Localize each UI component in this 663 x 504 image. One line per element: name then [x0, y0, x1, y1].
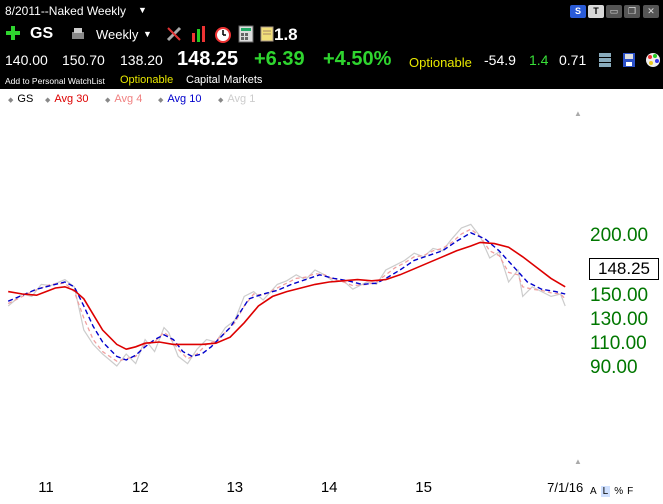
add-symbol-icon[interactable]	[5, 25, 21, 41]
control-a[interactable]: A	[590, 486, 597, 497]
control-f[interactable]: F	[627, 486, 633, 497]
legend-gs[interactable]: ◆ GS	[8, 93, 33, 105]
calculator-icon[interactable]	[238, 25, 254, 43]
legend-caret-icon: ◆	[45, 97, 51, 104]
period-dropdown-icon[interactable]: ▼	[143, 29, 152, 39]
title-bar: 8/2011--Naked Weekly ▼ S T ▭ ❐ ✕	[0, 0, 663, 22]
toolbar: GS Weekly ▼ 1.8	[0, 22, 663, 46]
optionable-tag: Optionable	[120, 74, 174, 86]
y-tick-label: 130.00	[590, 309, 648, 330]
close-icon[interactable]: ✕	[643, 5, 659, 18]
x-tick-label: 15	[415, 479, 432, 496]
control-pct[interactable]: %	[614, 486, 623, 497]
legend-avg4-label: Avg 4	[114, 93, 143, 105]
symbol-label[interactable]: GS	[30, 25, 53, 43]
scroll-up-icon[interactable]: ▲	[574, 109, 582, 118]
optionable-label: Optionable	[409, 55, 472, 70]
series-line-avg1	[7, 223, 566, 367]
quote-pct-change: +4.50%	[323, 48, 392, 70]
legend-caret-icon: ◆	[158, 97, 164, 104]
period-selector[interactable]: Weekly	[96, 27, 138, 42]
quote-val3: 0.71	[559, 52, 587, 68]
control-l[interactable]: L	[600, 486, 611, 497]
scroll-down-icon[interactable]: ▲	[574, 457, 582, 466]
minimize-icon[interactable]: ▭	[606, 5, 622, 18]
x-tick-label: 11	[38, 479, 54, 496]
print-icon[interactable]	[70, 27, 86, 41]
legend-avg30[interactable]: ◆ Avg 30	[45, 93, 88, 105]
quote-val2: 1.4	[529, 52, 549, 68]
x-tick-label: 13	[226, 479, 243, 496]
price-chart[interactable]: 200.00 150.00 130.00 110.00 90.00 11 12 13 14 15…	[0, 109, 663, 504]
database-icon[interactable]	[598, 52, 612, 68]
legend-avg4[interactable]: ◆ Avg 4	[105, 93, 142, 105]
title-dropdown-icon[interactable]: ▼	[138, 5, 147, 15]
legend-avg1[interactable]: ◆ Avg 1	[218, 93, 255, 105]
series-line-avg10	[7, 232, 566, 361]
quote-change: +6.39	[254, 48, 305, 70]
y-tick-label: 90.00	[590, 357, 638, 378]
color-palette-icon[interactable]	[645, 51, 661, 69]
s-icon[interactable]: S	[570, 5, 586, 18]
watchlist-row: Add to Personal WatchList Optionable Cap…	[0, 74, 663, 89]
legend-avg10-label: Avg 10	[167, 93, 202, 105]
quote-low: 138.20	[120, 52, 163, 68]
chart-controls: A L% F	[590, 486, 637, 497]
x-tick-label: 14	[321, 479, 338, 496]
x-tick-label: 12	[132, 479, 149, 496]
quote-open: 140.00	[5, 52, 48, 68]
legend-caret-icon: ◆	[105, 97, 111, 104]
quote-last: 148.25	[177, 48, 239, 70]
legend-caret-icon: ◆	[218, 97, 224, 104]
window-title: 8/2011--Naked Weekly	[5, 4, 126, 18]
legend-gs-label: GS	[17, 93, 34, 105]
alarm-clock-icon[interactable]	[214, 25, 232, 43]
y-tick-label: 150.00	[590, 285, 648, 306]
legend-row: ◆ GS ◆ Avg 30 ◆ Avg 4 ◆ Avg 10 ◆ Avg 1	[0, 89, 663, 109]
tools-icon[interactable]	[165, 25, 183, 43]
text-menu-icon[interactable]: T	[588, 5, 604, 18]
x-tick-label: 7/1/16	[547, 480, 583, 495]
quote-val1: -54.9	[484, 52, 516, 68]
bar-chart-icon[interactable]	[190, 25, 208, 43]
add-to-watchlist-link[interactable]: Add to Personal WatchList	[5, 76, 105, 86]
legend-avg1-label: Avg 1	[227, 93, 256, 105]
quote-high: 150.70	[62, 52, 105, 68]
sector-label: Capital Markets	[186, 74, 263, 86]
y-tick-label: 110.00	[590, 333, 647, 354]
current-price-box: 148.25	[589, 258, 659, 280]
legend-caret-icon: ◆	[8, 97, 14, 104]
y-tick-label: 200.00	[590, 225, 648, 246]
quote-row: 140.00 150.70 138.20 148.25 +6.39 +4.50%…	[0, 46, 663, 74]
save-icon[interactable]	[622, 52, 636, 68]
rs-value: 1.8	[274, 25, 298, 44]
notes-icon[interactable]	[260, 26, 274, 42]
chart-canvas[interactable]: 200.00 150.00 130.00 110.00 90.00 11 12 13 14 15…	[0, 109, 663, 504]
legend-avg10[interactable]: ◆ Avg 10	[158, 93, 201, 105]
legend-avg30-label: Avg 30	[54, 93, 89, 105]
series-line-avg30	[8, 241, 566, 351]
restore-icon[interactable]: ❐	[624, 5, 640, 18]
